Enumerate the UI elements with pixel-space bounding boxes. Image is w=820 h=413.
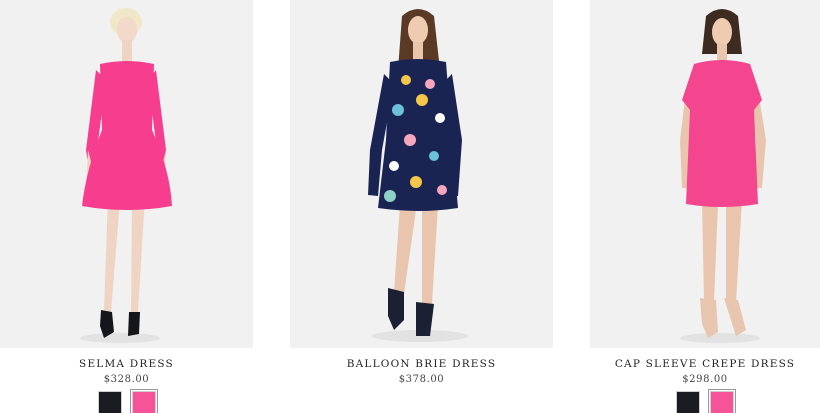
swatch-pink[interactable] bbox=[708, 389, 736, 413]
product-image-selma-dress[interactable] bbox=[0, 0, 253, 348]
color-swatches bbox=[590, 389, 820, 413]
model-figure bbox=[368, 9, 468, 342]
product-card-cap-sleeve-crepe-dress: CAP SLEEVE CREPE DRESS $298.00 bbox=[590, 0, 820, 413]
model-figure bbox=[80, 8, 172, 343]
product-card-selma-dress: SELMA DRESS $328.00 bbox=[0, 0, 253, 413]
swatch-black[interactable] bbox=[97, 391, 122, 413]
product-image-balloon-brie-dress[interactable] bbox=[290, 0, 553, 348]
model-figure bbox=[680, 9, 766, 343]
product-card-balloon-brie-dress: BALLOON BRIE DRESS $378.00 bbox=[290, 0, 553, 385]
color-swatches bbox=[0, 389, 253, 413]
product-image-cap-sleeve-crepe-dress[interactable] bbox=[590, 0, 820, 348]
product-name[interactable]: CAP SLEEVE CREPE DRESS bbox=[590, 358, 820, 370]
product-price: $298.00 bbox=[682, 374, 728, 385]
product-name[interactable]: SELMA DRESS bbox=[0, 358, 253, 370]
product-price: $328.00 bbox=[103, 374, 150, 385]
product-name[interactable]: BALLOON BRIE DRESS bbox=[290, 358, 553, 370]
product-price: $378.00 bbox=[398, 374, 445, 385]
swatch-black[interactable] bbox=[676, 391, 700, 413]
swatch-pink[interactable] bbox=[129, 389, 158, 413]
